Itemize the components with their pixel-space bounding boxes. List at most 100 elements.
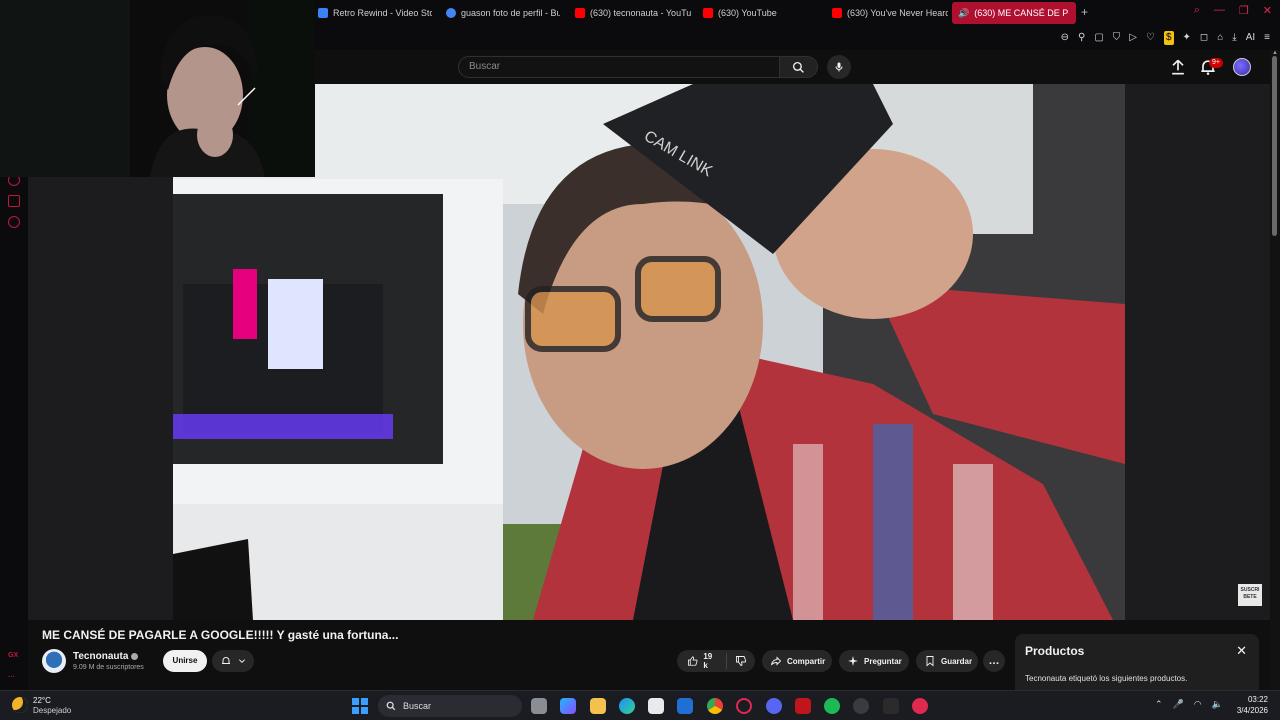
epic-games-icon[interactable]	[883, 698, 899, 714]
volume-icon[interactable]: 🔈	[1212, 699, 1223, 710]
sidebar-extension-icon[interactable]	[8, 195, 20, 207]
scrollbar-thumb[interactable]	[1272, 56, 1277, 236]
user-avatar[interactable]	[1233, 58, 1251, 76]
opera-icon[interactable]	[912, 698, 928, 714]
spotify-icon[interactable]	[824, 698, 840, 714]
snapshot-icon[interactable]: ▢	[1094, 31, 1103, 45]
media-app-icon[interactable]	[795, 698, 811, 714]
menu-icon[interactable]: ≡	[1264, 31, 1270, 45]
sidebar-more-icon[interactable]: ···	[8, 674, 15, 681]
copilot-icon[interactable]	[560, 698, 576, 714]
subscribe-watermark[interactable]: SUSCRI BETE	[1238, 584, 1262, 606]
task-view-icon[interactable]	[531, 698, 547, 714]
tab-active-video[interactable]: 🔊 (630) ME CANSÉ DE P	[952, 2, 1076, 24]
youtube-icon	[703, 8, 713, 18]
play-icon[interactable]: ▷	[1129, 31, 1137, 45]
ask-button[interactable]: Preguntar	[839, 650, 909, 672]
voice-search-button[interactable]	[827, 55, 851, 79]
page-scrollbar[interactable]: ▲	[1270, 50, 1280, 690]
video-frame[interactable]: CAM LINK	[173, 84, 1125, 620]
search-tabs-icon[interactable]: ⌕	[1194, 4, 1200, 17]
video-title: ME CANSÉ DE PAGARLE A GOOGLE!!!!! Y gast…	[42, 628, 399, 642]
google-icon	[446, 8, 456, 18]
like-button[interactable]: 19 k	[677, 652, 727, 670]
chevron-up-icon[interactable]: ⌃	[1155, 699, 1163, 710]
screen: Retro Rewind - Video Stor guason foto de…	[0, 0, 1280, 720]
thumbs-up-icon	[687, 656, 698, 666]
tab-label: (630) tecnonauta - YouTu	[590, 8, 691, 18]
chrome-icon[interactable]	[707, 698, 723, 714]
tab-youtube-home[interactable]: (630) YouTube	[697, 2, 819, 24]
steam-icon[interactable]	[853, 698, 869, 714]
minimize-button[interactable]: —	[1214, 4, 1225, 17]
ask-label: Preguntar	[864, 656, 902, 666]
youtube-icon	[832, 8, 842, 18]
wifi-icon[interactable]: ◠	[1194, 699, 1202, 710]
microphone-tray-icon[interactable]: 🎤	[1173, 699, 1184, 710]
tab-never-heard[interactable]: (630) You've Never Heard	[826, 2, 948, 24]
upload-icon[interactable]	[1168, 57, 1188, 77]
tab-label: guason foto de perfil - Bu	[461, 8, 560, 18]
edge-icon[interactable]	[619, 698, 635, 714]
video-thumbnail-image: CAM LINK	[173, 84, 1125, 620]
store-icon[interactable]	[648, 698, 664, 714]
moon-weather-icon[interactable]	[12, 697, 28, 713]
share-button[interactable]: Compartir	[762, 650, 832, 672]
more-actions-button[interactable]: …	[983, 650, 1005, 672]
tab-guason-search[interactable]: guason foto de perfil - Bu	[440, 2, 560, 24]
share-label: Compartir	[787, 656, 826, 666]
save-button[interactable]: Guardar	[916, 650, 978, 672]
toolbar-icons: ⊖ ⚲ ▢ ⛉ ▷ ♡ $ ✦ ◻ ⌂ ⤓ AI ≡	[1061, 31, 1270, 45]
clock-time: 03:22	[1247, 695, 1268, 704]
like-count: 19 k	[703, 652, 713, 670]
tab-favicon-icon	[318, 8, 328, 18]
taskbar-search-label: Buscar	[403, 701, 432, 711]
search-icon	[792, 61, 804, 73]
shield-icon[interactable]: ⛉	[1113, 31, 1121, 45]
verified-icon	[131, 652, 139, 660]
notification-badge: 9+	[1209, 58, 1223, 68]
ai-button[interactable]: AI	[1246, 31, 1255, 45]
discord-icon[interactable]	[766, 698, 782, 714]
weather-temperature[interactable]: 22°C	[33, 696, 51, 705]
subscription-bell-button[interactable]	[212, 650, 254, 672]
close-products-button[interactable]: ✕	[1236, 643, 1247, 659]
bookmark-icon	[926, 656, 934, 667]
zoom-icon[interactable]: ⊖	[1061, 31, 1069, 45]
opera-gx-icon[interactable]	[736, 698, 752, 714]
sparkle-icon	[848, 656, 858, 666]
new-tab-button[interactable]: +	[1081, 5, 1088, 19]
clock[interactable]: 03:22 3/4/2026	[1237, 694, 1268, 716]
taskbar-search[interactable]: Buscar	[378, 695, 522, 717]
tab-label: (630) You've Never Heard	[847, 8, 948, 18]
channel-avatar[interactable]	[42, 649, 66, 673]
speaker-icon: 🔊	[958, 7, 970, 18]
clock-date: 3/4/2026	[1236, 706, 1268, 715]
search-button[interactable]	[780, 56, 818, 78]
close-window-button[interactable]: ✕	[1263, 4, 1272, 17]
window-controls: ⌕ — ❐ ✕	[1194, 4, 1272, 17]
sidebar-settings-icon[interactable]	[8, 216, 20, 228]
lock-icon[interactable]: ⌂	[1217, 31, 1223, 45]
extension-icon[interactable]: $	[1163, 31, 1174, 45]
channel-name[interactable]: Tecnonauta	[73, 651, 128, 662]
tab-tecnonauta[interactable]: (630) tecnonauta - YouTu	[569, 2, 691, 24]
windows-start-icon[interactable]	[352, 698, 368, 714]
dislike-button[interactable]	[727, 655, 755, 667]
file-explorer-icon[interactable]	[590, 698, 606, 714]
mail-icon[interactable]	[677, 698, 693, 714]
maximize-button[interactable]: ❐	[1239, 4, 1249, 17]
join-button[interactable]: Unirse	[163, 650, 207, 672]
pin-icon[interactable]: ⚲	[1078, 31, 1085, 45]
channel-name-row[interactable]: Tecnonauta	[73, 651, 139, 662]
square-icon[interactable]: ◻	[1200, 31, 1208, 45]
download-icon[interactable]: ⤓	[1232, 31, 1236, 45]
heart-icon[interactable]: ♡	[1146, 31, 1155, 45]
tab-retro-rewind[interactable]: Retro Rewind - Video Stor	[312, 2, 432, 24]
save-label: Guardar	[941, 656, 973, 666]
puzzle-icon[interactable]: ✦	[1183, 31, 1191, 45]
products-panel: Productos ✕ Tecnonauta etiquetó los sigu…	[1015, 634, 1259, 690]
gx-logo: GX	[8, 652, 19, 659]
weather-description[interactable]: Despejado	[33, 706, 71, 715]
search-input[interactable]: Buscar	[458, 56, 780, 78]
